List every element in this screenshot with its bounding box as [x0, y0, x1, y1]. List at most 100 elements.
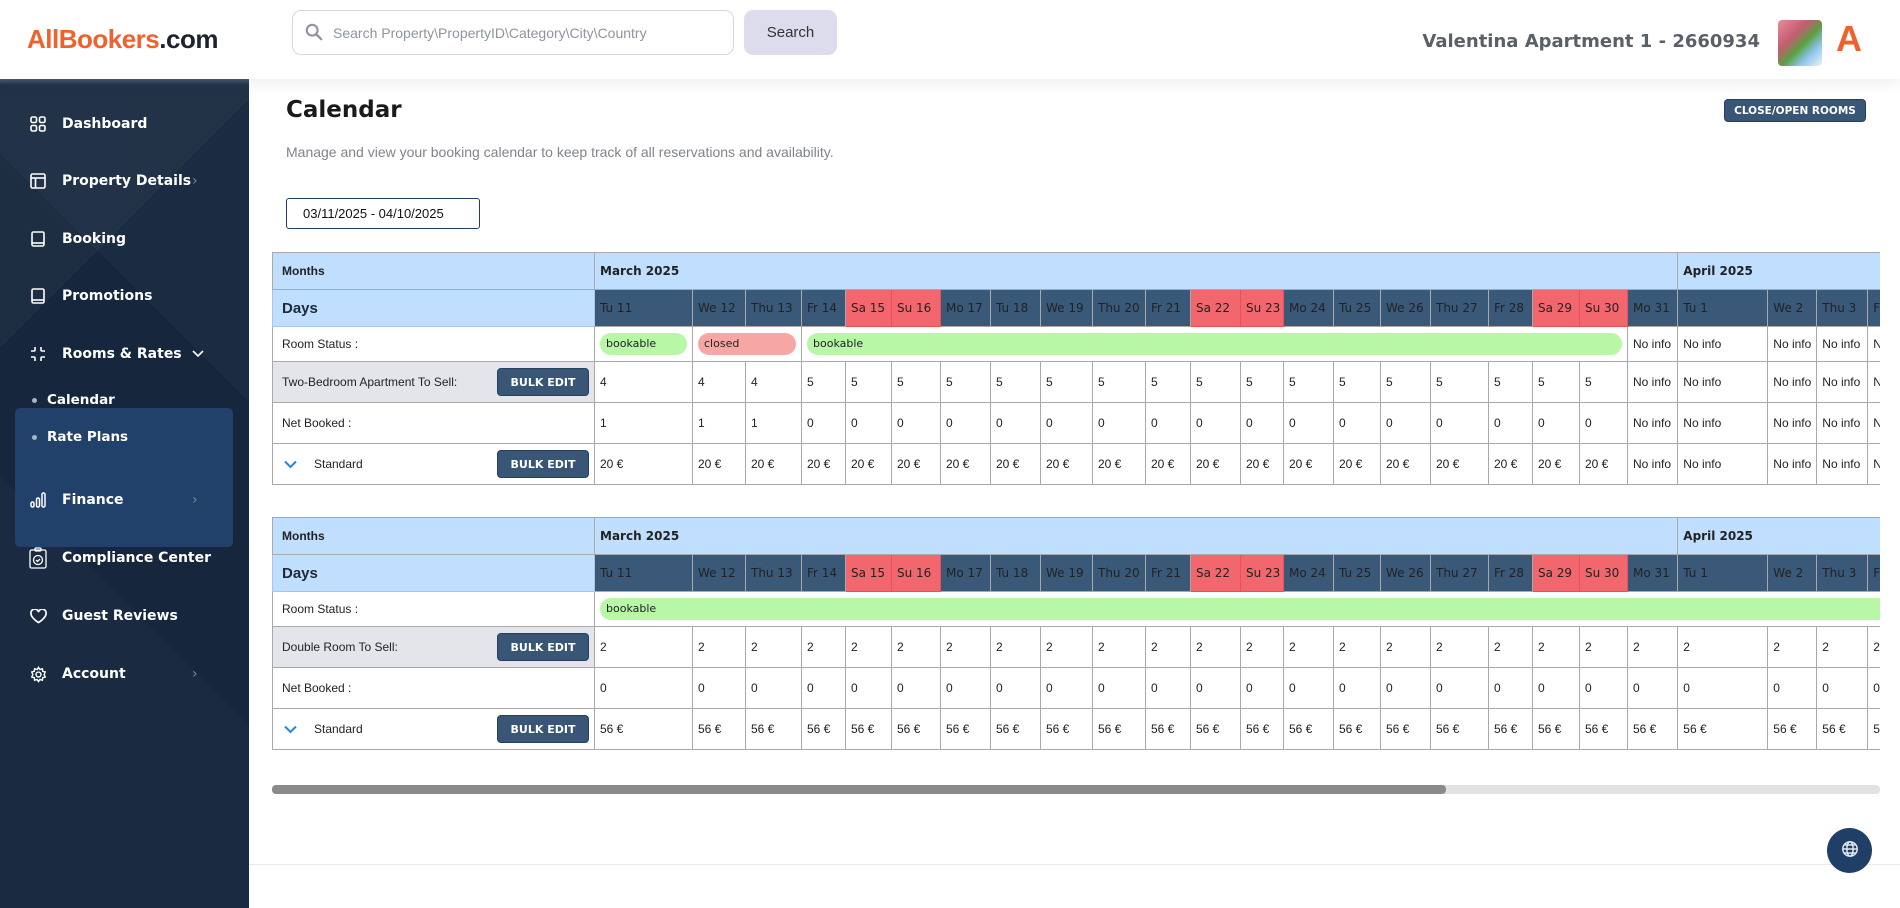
- room-status-cell[interactable]: No info: [1767, 326, 1818, 362]
- day-header[interactable]: Sa 15: [845, 554, 892, 592]
- room-status-badge[interactable]: bookable: [600, 598, 1880, 620]
- sidebar-item-compliance-center[interactable]: Compliance Center: [29, 543, 229, 573]
- sidebar-subitem-rate-plans[interactable]: Rate Plans: [32, 429, 128, 445]
- day-header[interactable]: We 12: [692, 554, 746, 592]
- day-header[interactable]: We 2: [1767, 554, 1818, 592]
- to-sell-cell[interactable]: 4: [745, 361, 802, 403]
- to-sell-cell[interactable]: 2: [692, 626, 746, 668]
- to-sell-cell[interactable]: 5: [990, 361, 1041, 403]
- room-status-cell[interactable]: bookable: [594, 326, 693, 362]
- rate-cell[interactable]: 56 €: [1040, 708, 1093, 750]
- day-header[interactable]: Sa 29: [1532, 554, 1580, 592]
- to-sell-cell[interactable]: 5: [1488, 361, 1533, 403]
- to-sell-cell[interactable]: 5: [1333, 361, 1381, 403]
- to-sell-cell[interactable]: 2: [1333, 626, 1381, 668]
- close-open-rooms-button[interactable]: CLOSE/OPEN ROOMS: [1724, 99, 1866, 122]
- rate-cell[interactable]: No info: [1626, 443, 1679, 485]
- chevron-down-icon[interactable]: [284, 721, 297, 737]
- rate-cell[interactable]: 20 €: [1430, 443, 1489, 485]
- rate-cell[interactable]: 56 €: [1579, 708, 1628, 750]
- day-header[interactable]: Tu 1: [1677, 554, 1769, 592]
- rate-cell[interactable]: No info: [1816, 443, 1869, 485]
- day-header[interactable]: Su 23: [1240, 554, 1284, 592]
- day-header[interactable]: Sa 15: [845, 289, 892, 327]
- rate-cell[interactable]: No info: [1677, 443, 1769, 485]
- to-sell-cell[interactable]: 4: [594, 361, 693, 403]
- rate-cell[interactable]: 20 €: [594, 443, 693, 485]
- room-status-cell[interactable]: No info: [1626, 326, 1679, 362]
- day-header[interactable]: Thu 20: [1092, 554, 1146, 592]
- day-header[interactable]: Su 30: [1579, 289, 1628, 327]
- day-header[interactable]: Thu 13: [745, 554, 802, 592]
- rate-cell[interactable]: 56 €: [745, 708, 802, 750]
- sidebar-item-account[interactable]: Account ›: [29, 659, 229, 689]
- to-sell-cell[interactable]: 5: [1040, 361, 1093, 403]
- property-thumbnail[interactable]: [1778, 20, 1822, 66]
- to-sell-cell[interactable]: 5: [1283, 361, 1334, 403]
- day-header[interactable]: Tu 25: [1333, 289, 1381, 327]
- to-sell-cell[interactable]: No info: [1626, 361, 1679, 403]
- rate-cell[interactable]: 20 €: [1145, 443, 1191, 485]
- day-header[interactable]: Sa 22: [1190, 554, 1241, 592]
- rate-cell[interactable]: 56 €: [801, 708, 846, 750]
- to-sell-cell[interactable]: 5: [1532, 361, 1580, 403]
- to-sell-cell[interactable]: 2: [1092, 626, 1146, 668]
- rate-cell[interactable]: 20 €: [1092, 443, 1146, 485]
- to-sell-cell[interactable]: 4: [692, 361, 746, 403]
- to-sell-cell[interactable]: 2: [1767, 626, 1818, 668]
- day-header[interactable]: Fr 14: [801, 554, 846, 592]
- to-sell-cell[interactable]: 2: [1532, 626, 1580, 668]
- to-sell-cell[interactable]: 5: [940, 361, 991, 403]
- bulk-edit-button[interactable]: BULK EDIT: [497, 368, 589, 396]
- day-header[interactable]: Thu 20: [1092, 289, 1146, 327]
- day-header[interactable]: We 26: [1380, 554, 1431, 592]
- rate-cell[interactable]: 20 €: [891, 443, 941, 485]
- rate-cell[interactable]: 20 €: [801, 443, 846, 485]
- to-sell-cell[interactable]: No info: [1767, 361, 1818, 403]
- rate-cell[interactable]: 56 €: [1333, 708, 1381, 750]
- day-header[interactable]: Sa 22: [1190, 289, 1241, 327]
- day-header[interactable]: Fr 28: [1488, 554, 1533, 592]
- to-sell-cell[interactable]: 2: [845, 626, 892, 668]
- day-header[interactable]: Thu 13: [745, 289, 802, 327]
- day-header[interactable]: Tu 25: [1333, 554, 1381, 592]
- horizontal-scrollbar[interactable]: [272, 785, 1880, 794]
- room-status-cell[interactable]: bookable: [801, 326, 1628, 362]
- day-header[interactable]: We 26: [1380, 289, 1431, 327]
- rate-cell[interactable]: 56 €: [990, 708, 1041, 750]
- sidebar-item-property-details[interactable]: Property Details ›: [29, 166, 229, 196]
- day-header[interactable]: Fr 4: [1867, 289, 1880, 327]
- to-sell-cell[interactable]: 2: [1816, 626, 1869, 668]
- day-header[interactable]: Fr 14: [801, 289, 846, 327]
- to-sell-cell[interactable]: 2: [1867, 626, 1880, 668]
- day-header[interactable]: We 2: [1767, 289, 1818, 327]
- room-status-badge[interactable]: bookable: [807, 333, 1622, 355]
- rate-cell[interactable]: 20 €: [940, 443, 991, 485]
- rate-cell[interactable]: 56 €: [692, 708, 746, 750]
- sidebar-item-promotions[interactable]: Promotions: [29, 281, 229, 311]
- bulk-edit-button[interactable]: BULK EDIT: [497, 715, 589, 743]
- to-sell-cell[interactable]: 5: [845, 361, 892, 403]
- rate-cell[interactable]: No info: [1767, 443, 1818, 485]
- to-sell-cell[interactable]: 2: [1283, 626, 1334, 668]
- day-header[interactable]: Fr 21: [1145, 554, 1191, 592]
- to-sell-cell[interactable]: 2: [1579, 626, 1628, 668]
- rate-cell[interactable]: 56 €: [1816, 708, 1869, 750]
- day-header[interactable]: Mo 17: [940, 289, 991, 327]
- room-status-cell[interactable]: bookable: [593, 591, 1880, 627]
- room-status-cell[interactable]: No info: [1867, 326, 1880, 362]
- to-sell-cell[interactable]: No info: [1816, 361, 1869, 403]
- to-sell-cell[interactable]: 2: [990, 626, 1041, 668]
- sidebar-item-guest-reviews[interactable]: Guest Reviews: [29, 601, 229, 631]
- day-header[interactable]: Su 16: [891, 554, 941, 592]
- rate-cell[interactable]: 56 €: [1767, 708, 1818, 750]
- rate-cell[interactable]: 20 €: [990, 443, 1041, 485]
- rate-cell[interactable]: 20 €: [1579, 443, 1628, 485]
- logo[interactable]: AllBookers.com: [27, 24, 218, 55]
- rate-cell[interactable]: 20 €: [1040, 443, 1093, 485]
- day-header[interactable]: Fr 28: [1488, 289, 1533, 327]
- rate-cell[interactable]: 56 €: [1283, 708, 1334, 750]
- to-sell-cell[interactable]: 2: [940, 626, 991, 668]
- to-sell-cell[interactable]: 5: [1145, 361, 1191, 403]
- rate-cell[interactable]: 56 €: [1867, 708, 1880, 750]
